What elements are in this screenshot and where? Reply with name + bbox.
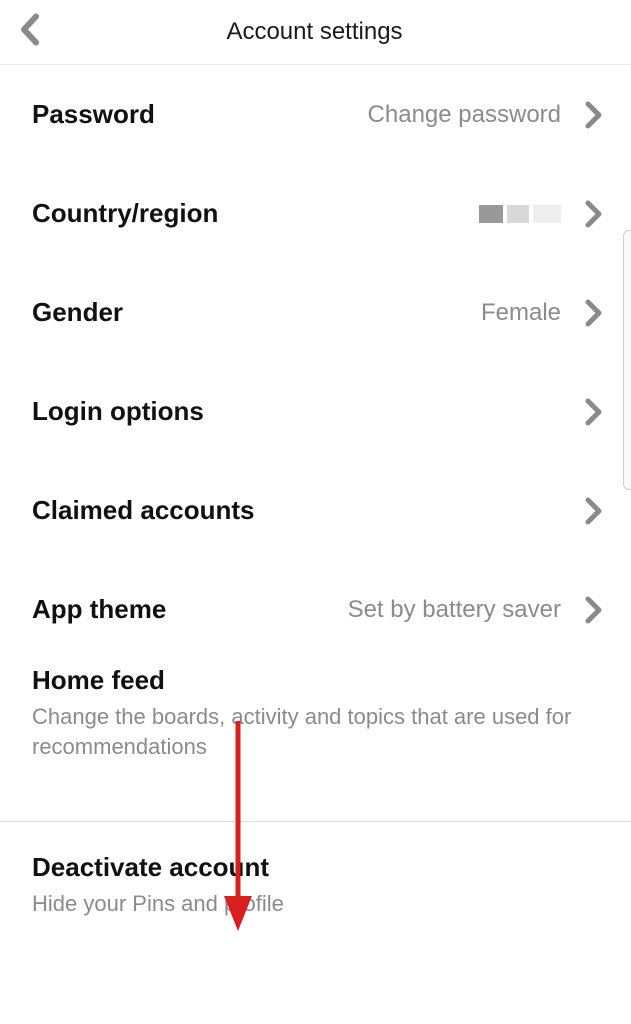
setting-right (585, 497, 603, 525)
setting-row-app-theme[interactable]: App theme Set by battery saver (0, 560, 631, 647)
setting-row-login-options[interactable]: Login options (0, 362, 631, 461)
setting-description: Hide your Pins and profile (32, 889, 603, 919)
setting-row-home-feed[interactable]: Home feed Change the boards, activity an… (0, 647, 631, 781)
setting-row-country[interactable]: Country/region (0, 164, 631, 263)
setting-value: Female (481, 299, 561, 327)
setting-label: Home feed (32, 665, 603, 696)
setting-label: Password (32, 99, 155, 130)
chevron-right-icon (585, 299, 603, 327)
redacted-value (479, 205, 561, 223)
scroll-handle[interactable] (623, 230, 631, 490)
setting-label: Deactivate account (32, 852, 603, 883)
chevron-right-icon (585, 497, 603, 525)
setting-row-claimed-accounts[interactable]: Claimed accounts (0, 461, 631, 560)
chevron-right-icon (585, 596, 603, 624)
chevron-right-icon (585, 200, 603, 228)
setting-right (585, 398, 603, 426)
setting-label: Claimed accounts (32, 495, 255, 526)
page-title: Account settings (18, 18, 611, 46)
setting-label: App theme (32, 594, 166, 625)
setting-row-password[interactable]: Password Change password (0, 65, 631, 164)
setting-label: Login options (32, 396, 204, 427)
back-button[interactable] (18, 13, 40, 52)
chevron-right-icon (585, 398, 603, 426)
chevron-right-icon (585, 101, 603, 129)
setting-description: Change the boards, activity and topics t… (32, 702, 603, 761)
setting-value: Set by battery saver (348, 596, 561, 624)
setting-row-gender[interactable]: Gender Female (0, 263, 631, 362)
setting-right: Female (481, 299, 603, 327)
setting-right: Set by battery saver (348, 596, 603, 624)
setting-label: Gender (32, 297, 123, 328)
setting-value: Change password (368, 101, 561, 129)
setting-right (479, 200, 603, 228)
header: Account settings (0, 0, 631, 65)
setting-row-deactivate-account[interactable]: Deactivate account Hide your Pins and pr… (0, 822, 631, 939)
setting-right: Change password (368, 101, 603, 129)
settings-list: Password Change password Country/region … (0, 65, 631, 939)
setting-label: Country/region (32, 198, 218, 229)
